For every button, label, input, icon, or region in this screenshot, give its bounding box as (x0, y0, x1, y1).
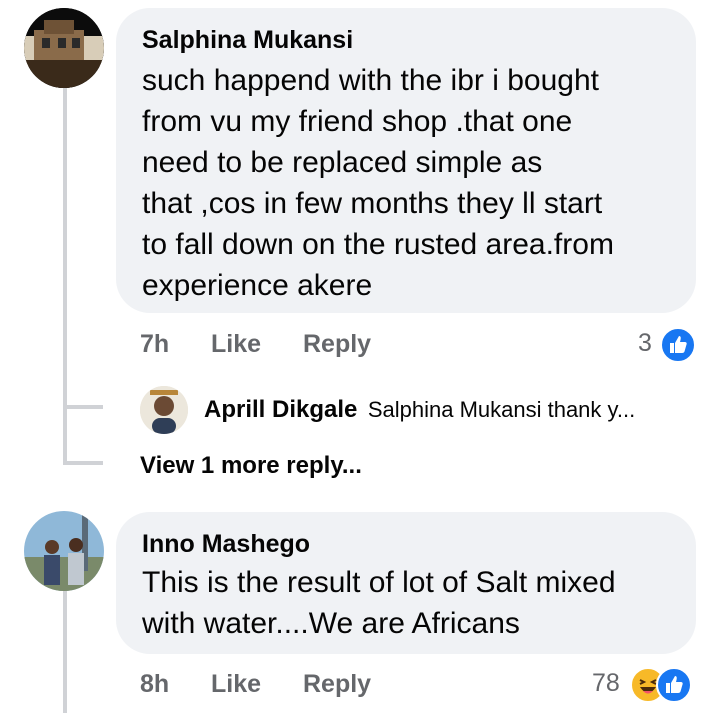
comment-text-line: with water....We are Africans (142, 607, 520, 640)
avatar[interactable] (24, 511, 104, 591)
comment-text-line: This is the result of lot of Salt mixed (142, 566, 616, 599)
reply-author[interactable]: Aprill Dikgale (204, 396, 357, 423)
like-button[interactable]: Like (211, 330, 261, 359)
like-button[interactable]: Like (211, 670, 261, 699)
comment-bubble[interactable]: Inno Mashego This is the result of lot o… (116, 512, 696, 654)
reply-button[interactable]: Reply (303, 330, 371, 359)
comment-author[interactable]: Salphina Mukansi (142, 26, 353, 55)
avatar[interactable] (24, 8, 104, 88)
reaction-count: 3 (638, 329, 652, 357)
avatar-photo-people (24, 511, 104, 591)
thread-line (63, 590, 67, 713)
comment-text-line: experience akere (142, 269, 373, 302)
reply-button[interactable]: Reply (303, 670, 371, 699)
comment-timestamp[interactable]: 8h (140, 670, 169, 699)
comment-text-line: from vu my friend shop .that one (142, 105, 573, 138)
comment-text: such happend with the ibr i bought from … (142, 60, 614, 306)
like-icon (660, 327, 696, 363)
comment-author[interactable]: Inno Mashego (142, 530, 310, 559)
avatar-photo-house (24, 8, 104, 88)
thread-branch (63, 461, 103, 465)
comment-text-line: that ,cos in few months they ll start (142, 187, 603, 220)
comment-timestamp[interactable]: 7h (140, 330, 169, 359)
reply-preview[interactable]: Aprill Dikgale Salphina Mukansi thank y.… (204, 396, 635, 424)
comment-text-line: need to be replaced simple as (142, 146, 543, 179)
comment-text-line: such happend with the ibr i bought (142, 64, 599, 97)
view-more-replies-link[interactable]: View 1 more reply... (140, 452, 362, 480)
reply-text: Salphina Mukansi thank y... (367, 397, 636, 422)
comment-text: This is the result of lot of Salt mixed … (142, 562, 616, 644)
like-icon (656, 667, 692, 703)
reply-avatar[interactable] (140, 386, 188, 434)
reaction-count: 78 (592, 669, 620, 697)
comment-text-line: to fall down on the rusted area.from (142, 228, 614, 261)
thread-branch (63, 405, 103, 409)
reaction-summary[interactable]: 3 (636, 327, 700, 363)
avatar-photo-person (140, 386, 188, 434)
comment-bubble[interactable]: Salphina Mukansi such happend with the i… (116, 8, 696, 313)
reaction-summary[interactable]: 78 (592, 667, 700, 703)
